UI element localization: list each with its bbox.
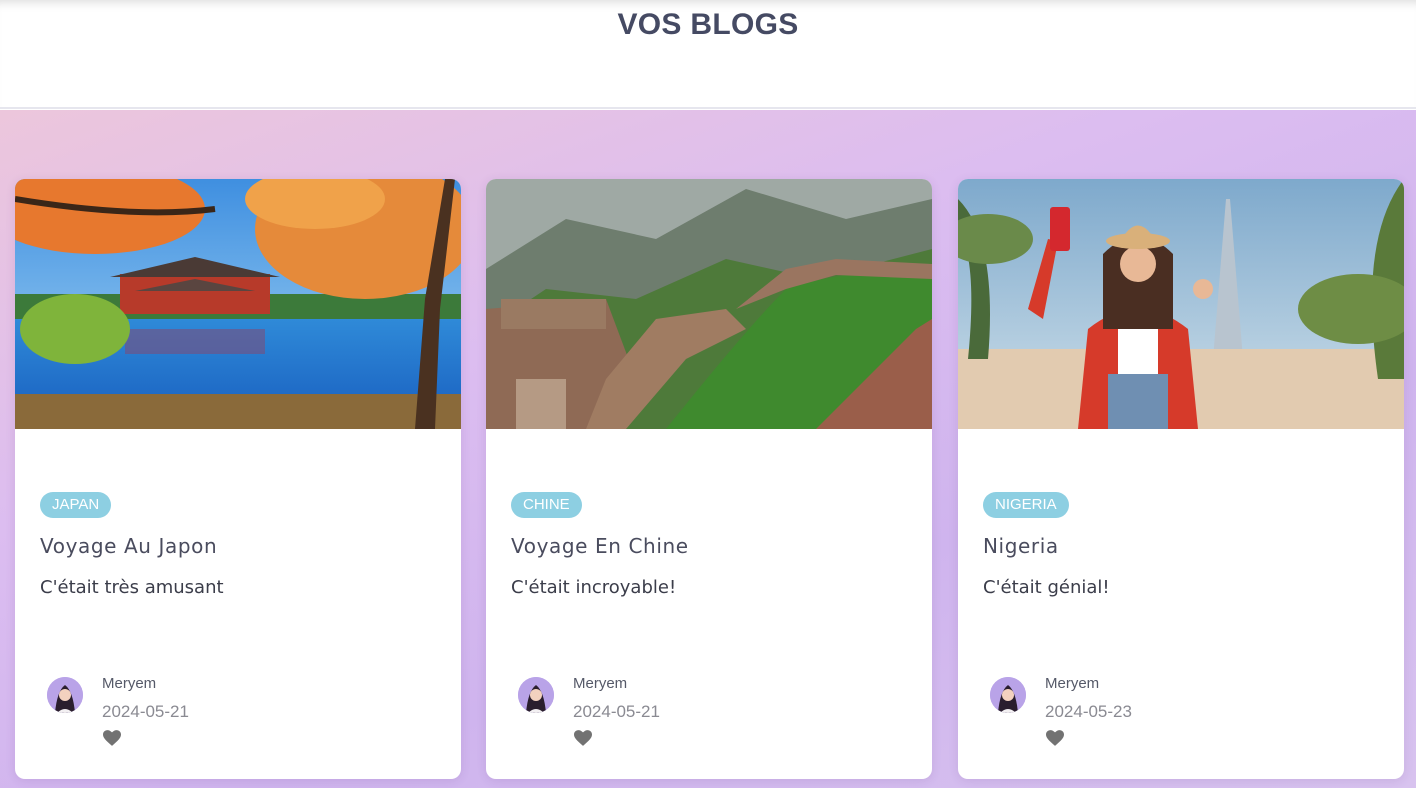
page-header: VOS BLOGS <box>0 0 1416 109</box>
author-name: Meryem <box>1045 675 1100 692</box>
author-name: Meryem <box>573 675 628 692</box>
blog-card-image[interactable] <box>486 179 932 429</box>
blog-title[interactable]: Voyage En Chine <box>511 534 689 558</box>
heart-icon[interactable] <box>1046 730 1064 746</box>
author-avatar <box>990 677 1026 713</box>
post-date: 2024-05-21 <box>573 702 660 721</box>
page-title: VOS BLOGS <box>617 8 799 41</box>
heart-icon[interactable] <box>103 730 121 746</box>
author-name: Meryem <box>102 675 157 692</box>
country-tag[interactable]: CHINE <box>511 492 582 518</box>
country-tag[interactable]: NIGERIA <box>983 492 1069 518</box>
avatar-icon <box>990 677 1026 713</box>
heart-icon[interactable] <box>574 730 592 746</box>
avatar-icon <box>47 677 83 713</box>
blog-description: C'était génial! <box>983 577 1110 598</box>
blog-title[interactable]: Voyage Au Japon <box>40 534 217 558</box>
blog-description: C'était incroyable! <box>511 577 677 598</box>
great-wall-image <box>486 179 932 429</box>
country-tag[interactable]: JAPAN <box>40 492 112 518</box>
blog-card[interactable]: CHINE Voyage En Chine C'était incroyable… <box>486 179 932 779</box>
avatar-icon <box>518 677 554 713</box>
author-avatar <box>518 677 554 713</box>
japanese-temple-image <box>15 179 461 429</box>
blog-title[interactable]: Nigeria <box>983 534 1059 558</box>
post-date: 2024-05-23 <box>1045 702 1132 721</box>
blog-card[interactable]: NIGERIA Nigeria C'était génial! Meryem 2… <box>958 179 1404 779</box>
woman-selfie-image <box>958 179 1404 429</box>
blog-card-image[interactable] <box>958 179 1404 429</box>
blog-card[interactable]: JAPAN Voyage Au Japon C'était très amusa… <box>15 179 461 779</box>
blog-card-image[interactable] <box>15 179 461 429</box>
author-avatar <box>47 677 83 713</box>
blog-description: C'était très amusant <box>40 577 224 598</box>
post-date: 2024-05-21 <box>102 702 189 721</box>
